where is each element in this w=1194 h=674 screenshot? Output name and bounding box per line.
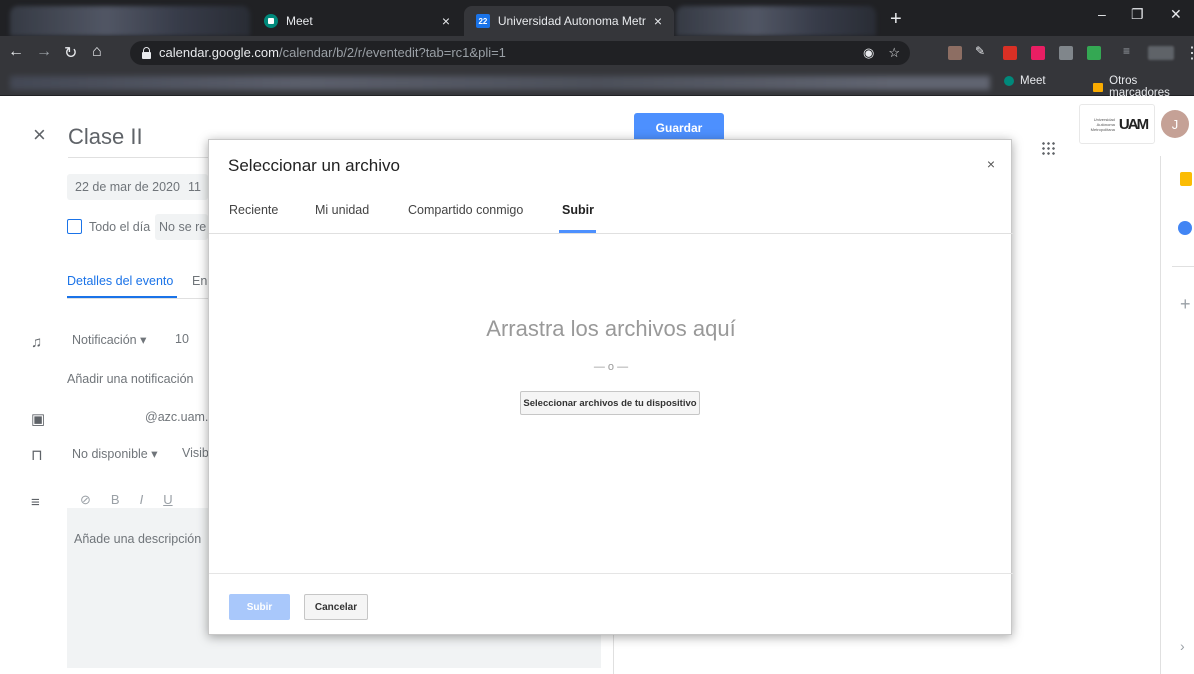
browser-toolbar: ← → ↻ ⌂ calendar.google.com/calendar/b/2… [0, 36, 1194, 70]
calendar-favicon-icon: 22 [476, 14, 490, 28]
tab-meet-label: Meet [286, 14, 313, 28]
dialog-title: Seleccionar un archivo [228, 156, 400, 175]
pdf-icon[interactable] [1003, 46, 1017, 60]
check-extension-icon[interactable] [1087, 46, 1101, 60]
upload-button[interactable]: Subir [229, 594, 290, 620]
all-day-label: Todo el día [89, 220, 151, 234]
url-host: calendar.google.com [159, 45, 279, 60]
availability-label: No disponible [72, 447, 148, 461]
bookmark-meet-label: Meet [1020, 75, 1046, 87]
calendar-email[interactable]: @azc.uam.r [145, 410, 213, 424]
dialog-tabs: Reciente Mi unidad Compartido conmigo Su… [209, 192, 1013, 234]
blurred-tab[interactable] [676, 6, 876, 36]
eye-icon[interactable]: ◉ [863, 45, 874, 61]
meet-icon [1004, 76, 1014, 86]
cancel-button[interactable]: Cancelar [304, 594, 368, 620]
pencil-icon[interactable]: ✎ [975, 44, 989, 58]
tab-meet[interactable]: Meet × [252, 6, 462, 36]
minimize-button[interactable]: – [1098, 6, 1106, 22]
date-chip[interactable]: 22 de mar de 2020 [67, 174, 188, 200]
description-placeholder: Añade una descripción [74, 532, 202, 546]
apps-grid-icon[interactable] [1041, 141, 1055, 155]
bookmarks-bar: Meet Otros marcadores [0, 70, 1194, 99]
tab-close-icon[interactable]: × [654, 13, 662, 29]
organization-logo[interactable]: Universidad Autónoma Metropolitana UAM [1079, 104, 1155, 144]
dialog-footer-divider [209, 573, 1013, 574]
description-icon: ≡ [31, 494, 40, 511]
notification-type-dropdown[interactable]: Notificación ▾ [72, 332, 146, 347]
camera-icon[interactable] [1059, 46, 1073, 60]
tab-event-details[interactable]: Detalles del evento [67, 274, 173, 288]
divider [1172, 266, 1194, 267]
tab-reciente[interactable]: Reciente [229, 203, 278, 217]
tab-other[interactable]: En [192, 274, 207, 288]
chevron-right-icon[interactable]: › [1180, 638, 1185, 654]
restore-button[interactable]: ❐ [1131, 6, 1144, 23]
extension-icon[interactable] [948, 46, 962, 60]
tab-close-icon[interactable]: × [442, 13, 450, 29]
folder-icon [1093, 82, 1104, 92]
address-bar[interactable]: calendar.google.com/calendar/b/2/r/event… [130, 41, 910, 65]
logo-mark: UAM [1118, 115, 1149, 133]
playlist-icon[interactable]: ≡ [1123, 44, 1137, 58]
blurred-bookmarks[interactable] [10, 76, 990, 90]
bookmark-meet[interactable]: Meet [1004, 75, 1046, 87]
avatar[interactable]: J [1161, 110, 1189, 138]
visibility-dropdown[interactable]: Visib [182, 446, 209, 460]
all-day-checkbox[interactable] [67, 219, 82, 234]
menu-icon[interactable]: ⋮ [1184, 43, 1194, 63]
event-title-input[interactable]: Clase II [68, 118, 208, 158]
tab-subir[interactable]: Subir [562, 203, 594, 217]
tab-mi-unidad[interactable]: Mi unidad [315, 203, 369, 217]
availability-dropdown[interactable]: No disponible ▾ [72, 446, 158, 461]
forward-icon[interactable]: → [36, 43, 52, 61]
underline-button[interactable]: U [163, 492, 172, 508]
divider [67, 298, 217, 299]
format-toolbar: ⊘ B I U [80, 492, 173, 508]
profile-icon[interactable] [1148, 46, 1174, 60]
lock-icon [142, 46, 151, 59]
back-icon[interactable]: ← [8, 43, 24, 61]
tab-compartido-conmigo[interactable]: Compartido conmigo [408, 203, 523, 217]
attachment-icon[interactable]: ⊘ [80, 492, 91, 508]
dialog-close-icon[interactable]: × [987, 156, 995, 172]
calendar-icon: ▣ [31, 411, 46, 428]
close-window-button[interactable]: ✕ [1170, 6, 1182, 23]
tab-universidad-label: Universidad Autonoma Metropol [497, 14, 646, 28]
bell-icon: ♫ [31, 334, 43, 351]
drop-zone-text: Arrastra los archivos aquí [486, 316, 736, 341]
select-files-button[interactable]: Seleccionar archivos de tu dispositivo [520, 391, 700, 415]
add-addon-icon[interactable]: + [1180, 294, 1191, 315]
add-notification-link[interactable]: Añadir una notificación [67, 372, 193, 386]
tab-universidad[interactable]: 22 Universidad Autonoma Metropol × [464, 6, 674, 36]
reload-icon[interactable]: ↻ [64, 43, 77, 63]
close-icon[interactable]: × [33, 122, 46, 148]
url-path: /calendar/b/2/r/eventedit?tab=rc1&pli=1 [278, 45, 506, 60]
notification-value-input[interactable]: 10 [175, 332, 189, 346]
star-icon[interactable]: ☆ [888, 45, 900, 61]
new-tab-button[interactable]: + [890, 8, 902, 31]
tasks-icon[interactable] [1178, 221, 1192, 235]
repeat-dropdown[interactable]: No se re [155, 214, 208, 240]
briefcase-icon: ⊓ [31, 447, 43, 464]
italic-button[interactable]: I [140, 492, 144, 508]
home-icon[interactable]: ⌂ [92, 43, 102, 61]
meet-icon [264, 14, 278, 28]
active-tab-indicator [559, 230, 596, 233]
pocket-icon[interactable] [1031, 46, 1045, 60]
file-picker-dialog: Seleccionar un archivo × Reciente Mi uni… [208, 139, 1013, 635]
blurred-tab[interactable] [10, 6, 250, 36]
notification-type-label: Notificación [72, 333, 137, 347]
bold-button[interactable]: B [111, 492, 120, 508]
time-chip[interactable]: 11 [184, 174, 208, 200]
logo-text: Universidad Autónoma Metropolitana [1090, 116, 1115, 132]
keep-icon[interactable] [1180, 172, 1192, 186]
browser-tab-strip: Meet × 22 Universidad Autonoma Metropol … [0, 0, 1194, 36]
or-separator: — o — [593, 361, 629, 373]
